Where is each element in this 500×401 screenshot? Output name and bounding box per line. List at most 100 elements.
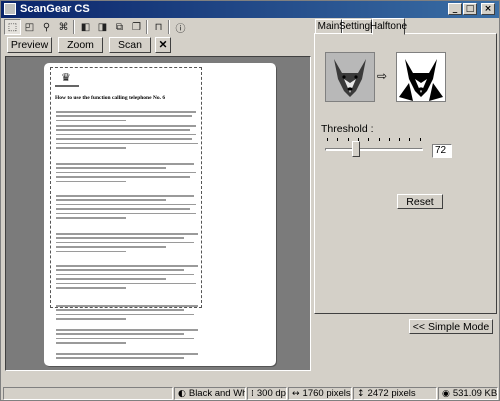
original-preview-thumbnail xyxy=(325,52,375,102)
status-width-text: 1760 pixels xyxy=(302,388,351,399)
status-filesize-text: 531.09 KB xyxy=(452,388,498,399)
clear-icon[interactable]: ✕ xyxy=(155,37,171,53)
minimize-button[interactable]: _ xyxy=(448,3,462,15)
mirror-icon[interactable]: ⧉ xyxy=(111,19,128,35)
doc-text-line xyxy=(56,125,196,127)
threshold-label: Threshold : xyxy=(321,123,374,135)
doc-text-line xyxy=(56,265,198,267)
doc-text-line xyxy=(56,329,198,331)
doc-text-line xyxy=(56,138,192,140)
doc-text-line xyxy=(56,250,126,253)
toolbar-separator xyxy=(168,20,170,34)
status-bar: ◐Black and White ⁞300 dpi ↔1760 pixels ↕… xyxy=(1,386,499,401)
slider-tick xyxy=(399,138,401,141)
doc-text-line xyxy=(56,147,126,149)
copy-frame-icon[interactable]: ❐ xyxy=(128,19,145,35)
doc-text-line xyxy=(56,342,126,344)
doc-text-line xyxy=(56,217,126,219)
tab-settings[interactable]: Settings xyxy=(339,19,375,34)
threshold-slider-thumb[interactable] xyxy=(352,141,360,157)
frame-icon[interactable]: ⊓ xyxy=(150,19,167,35)
status-height-text: 2472 pixels xyxy=(367,388,416,399)
doc-text-line xyxy=(56,111,196,113)
maximize-button[interactable]: □ xyxy=(463,3,477,15)
threshold-value-input[interactable]: 72 xyxy=(432,144,452,158)
doc-text-line xyxy=(56,269,184,271)
toolbar-separator xyxy=(73,20,75,34)
slider-tick xyxy=(337,138,339,141)
window-title: ScanGear CS xyxy=(20,3,90,15)
doc-text-line xyxy=(56,313,194,316)
slider-tick xyxy=(347,138,349,141)
doc-text-line xyxy=(56,337,194,340)
doc-text-line xyxy=(56,167,166,169)
rotate-left-icon[interactable]: ◧ xyxy=(77,19,94,35)
crop-frame[interactable] xyxy=(50,67,202,308)
status-color-mode-text: Black and White xyxy=(188,388,245,399)
doc-text-line xyxy=(56,309,184,311)
doc-text-line xyxy=(56,246,166,248)
tab-halftone[interactable]: Halftone xyxy=(370,18,407,35)
status-height: ↕ 2472 pixels xyxy=(353,387,437,400)
status-resolution-text: 300 dpi xyxy=(256,388,287,399)
fit-icon[interactable]: ⌘ xyxy=(55,19,72,35)
doc-title: How to use the function calling telephon… xyxy=(55,95,166,101)
doc-text-line xyxy=(56,133,196,136)
doc-text-line xyxy=(56,287,126,289)
doc-text-line xyxy=(56,142,198,145)
slider-tick xyxy=(368,138,370,141)
doc-text-line xyxy=(56,115,192,117)
doc-text-line xyxy=(56,180,126,183)
doc-text-line xyxy=(56,129,190,131)
action-bar: Preview Zoom Scan ✕ xyxy=(1,36,316,56)
doc-text-line xyxy=(56,171,196,174)
doc-logo: ♛ xyxy=(61,71,71,84)
simple-mode-button[interactable]: << Simple Mode xyxy=(409,319,493,334)
close-window-button[interactable]: × xyxy=(481,3,495,15)
doc-text-line xyxy=(56,273,194,276)
width-icon: ↔ xyxy=(292,388,300,399)
doc-text-line xyxy=(56,199,166,201)
slider-tick xyxy=(388,138,390,141)
slider-tick xyxy=(327,138,328,141)
zoom-icon[interactable]: ⚲ xyxy=(38,19,55,35)
doc-text-line xyxy=(56,208,190,210)
doc-text-line xyxy=(56,333,184,335)
status-filesize: ◉ 531.09 KB xyxy=(438,387,498,400)
toolbar-separator xyxy=(146,20,148,34)
arrow-right-icon: ⇨ xyxy=(377,69,388,83)
zoom-button[interactable]: Zoom xyxy=(58,37,103,53)
scanned-page: ♛ How to use the function calling teleph… xyxy=(44,63,276,366)
status-resolution: ⁞ 300 dpi xyxy=(247,387,287,400)
title-bar[interactable]: ScanGear CS _ □ × xyxy=(1,1,499,18)
tab-main[interactable]: Main xyxy=(315,19,342,34)
info-icon[interactable]: ⓘ xyxy=(172,19,189,35)
slider-tick xyxy=(409,138,411,141)
doc-text-line xyxy=(56,353,198,355)
scangear-window: ScanGear CS _ □ × ⬚ ◰ ⚲ ⌘ ◧ ◨ ⧉ ❐ ⊓ ⓘ Pr… xyxy=(0,0,500,401)
halftone-preview-thumbnail xyxy=(396,52,446,102)
preview-button[interactable]: Preview xyxy=(7,37,52,53)
color-mode-icon: ◐ xyxy=(178,388,186,399)
auto-crop-icon[interactable]: ◰ xyxy=(21,19,38,35)
threshold-slider[interactable] xyxy=(325,148,423,151)
doc-text-line xyxy=(56,119,126,122)
status-spacer xyxy=(3,387,173,400)
marquee-select-icon[interactable]: ⬚ xyxy=(4,19,21,35)
preview-area[interactable]: ♛ How to use the function calling teleph… xyxy=(5,56,311,371)
doc-text-line xyxy=(56,233,198,235)
doc-text-line xyxy=(56,203,196,206)
reset-button[interactable]: Reset xyxy=(397,194,443,209)
doc-text-line xyxy=(56,237,184,239)
doc-text-line xyxy=(56,163,194,165)
doc-text-line xyxy=(56,176,190,178)
toolbar: ⬚ ◰ ⚲ ⌘ ◧ ◨ ⧉ ❐ ⊓ ⓘ xyxy=(1,18,316,36)
doc-text-line xyxy=(56,282,196,285)
filesize-icon: ◉ xyxy=(442,388,450,399)
slider-tick xyxy=(378,138,380,141)
status-color-mode: ◐Black and White xyxy=(174,387,246,400)
scan-button[interactable]: Scan xyxy=(109,37,151,53)
slider-tick xyxy=(419,138,421,141)
doc-text-line xyxy=(56,278,166,280)
rotate-right-icon[interactable]: ◨ xyxy=(94,19,111,35)
